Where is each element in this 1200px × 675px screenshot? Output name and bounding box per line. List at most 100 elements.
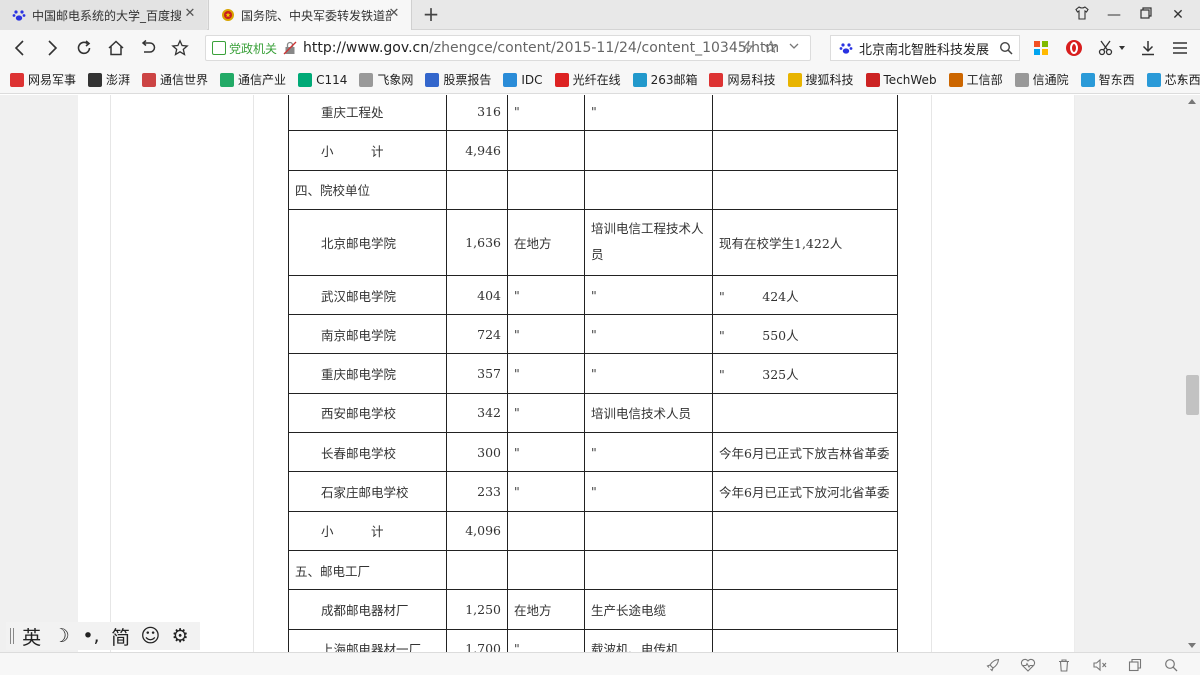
speaker-mute-icon[interactable] <box>1092 657 1108 673</box>
headcount-cell: 4,096 <box>446 510 508 551</box>
tab-baidu-search[interactable]: 中国邮电系统的大学_百度搜索 ✕ <box>0 0 207 30</box>
table-row: 石家庄邮电学校 233 " " 今年6月已正式下放河北省革委 <box>288 471 898 512</box>
close-window-button[interactable]: ✕ <box>1168 5 1188 25</box>
table-row: 上海邮电器材一厂 1,700 " 载波机、电传机 <box>288 628 898 652</box>
search-box[interactable]: 北京南北智胜科技发展 <box>830 35 1020 61</box>
bookmark-item[interactable]: TechWeb <box>865 72 937 87</box>
bookmark-item[interactable]: 通信世界 <box>142 71 208 88</box>
close-icon[interactable]: ✕ <box>387 7 401 21</box>
page-viewport: 重庆工程处 316 " " 小 计 4,946 四、院校单位 北京邮电学院 1,636 在地方 培训… <box>0 95 1185 652</box>
task-cell: 培训电信技术人员 <box>584 392 713 434</box>
zoom-search-icon[interactable] <box>1163 657 1179 673</box>
lightning-icon[interactable] <box>742 40 754 58</box>
bookmark-favicon-icon <box>709 72 724 87</box>
headcount-cell: 1,700 <box>446 628 508 652</box>
bookmark-star-icon[interactable] <box>764 40 778 58</box>
search-icon[interactable] <box>999 41 1013 55</box>
note-cell <box>712 392 898 434</box>
note-cell <box>712 549 898 591</box>
url-text[interactable]: http://www.gov.cn/zhengce/content/2015-1… <box>303 40 779 56</box>
search-input[interactable]: 北京南北智胜科技发展 <box>859 39 999 58</box>
moon-icon[interactable]: ☽ <box>51 625 71 647</box>
unit-name-cell: 石家庄邮电学校 <box>288 471 447 512</box>
insecure-lock-icon[interactable] <box>283 41 297 55</box>
note-cell <box>712 95 898 132</box>
bookmark-item[interactable]: 澎湃 <box>88 71 130 88</box>
gear-icon[interactable]: ⚙ <box>170 625 190 647</box>
chevron-down-icon[interactable] <box>788 40 800 58</box>
bookmark-item[interactable]: 搜狐科技 <box>787 71 854 88</box>
smile-icon[interactable]: ☺ <box>140 625 160 647</box>
vertical-scrollbar[interactable] <box>1185 95 1200 652</box>
bookmark-label: 263邮箱 <box>650 73 698 87</box>
task-cell: " <box>584 274 713 316</box>
chevron-down-icon[interactable] <box>1116 38 1128 58</box>
shirt-skin-icon[interactable] <box>1072 5 1092 25</box>
page-guide-line <box>931 95 932 652</box>
bookmark-item[interactable]: 网易科技 <box>709 71 776 88</box>
favorite-star-button[interactable] <box>168 36 192 60</box>
adblock-icon[interactable] <box>1064 38 1084 58</box>
new-tab-button[interactable]: + <box>420 4 442 26</box>
location-cell: " <box>507 314 585 355</box>
task-cell: 载波机、电传机 <box>584 628 713 652</box>
bookmark-favicon-icon <box>88 72 103 87</box>
restore-button[interactable] <box>1136 5 1156 25</box>
bookmark-item[interactable]: 263邮箱 <box>632 71 698 88</box>
heart-pulse-icon[interactable] <box>1020 657 1036 673</box>
address-bar[interactable]: 党政机关 http://www.gov.cn/zhengce/content/2… <box>205 35 811 61</box>
bookmark-item[interactable]: 芯东西 <box>1146 71 1200 88</box>
headcount-cell: 316 <box>446 95 508 132</box>
rocket-icon[interactable] <box>985 657 1001 673</box>
bookmark-favicon-icon <box>298 72 313 87</box>
ime-lang-toggle[interactable]: 英 <box>22 625 42 649</box>
bookmark-label: IDC <box>521 72 543 87</box>
unit-name-cell: 小 计 <box>288 510 447 551</box>
back-button[interactable] <box>8 36 32 60</box>
unit-name-cell: 长春邮电学校 <box>288 432 447 473</box>
document-page: 重庆工程处 316 " " 小 计 4,946 四、院校单位 北京邮电学院 1,636 在地方 培训… <box>78 95 1075 652</box>
nav-bar: 党政机关 http://www.gov.cn/zhengce/content/2… <box>0 30 1200 66</box>
minimize-button[interactable]: — <box>1104 5 1124 25</box>
task-cell: " <box>584 353 713 394</box>
close-icon[interactable]: ✕ <box>183 7 197 21</box>
bookmark-favicon-icon <box>503 72 518 87</box>
bookmark-item[interactable]: C114 <box>298 72 347 87</box>
download-icon[interactable] <box>1138 38 1158 58</box>
tab-label: 国务院、中央军委转发铁道部 <box>241 8 391 23</box>
table-row: 五、邮电工厂 <box>288 549 898 591</box>
task-cell <box>584 169 713 210</box>
menu-icon[interactable] <box>1170 38 1190 58</box>
bookmark-item[interactable]: 通信产业 <box>220 71 286 88</box>
task-cell <box>584 130 713 171</box>
apps-grid-icon[interactable] <box>1031 38 1051 58</box>
bookmark-item[interactable]: 信通院 <box>1014 71 1069 88</box>
bookmark-item[interactable]: IDC <box>503 72 543 87</box>
simplified-toggle[interactable]: 简 <box>111 625 131 649</box>
forward-button[interactable] <box>40 36 64 60</box>
scroll-down-arrow-icon[interactable] <box>1188 643 1196 648</box>
undo-close-tab-button[interactable] <box>136 36 160 60</box>
tab-label: 中国邮电系统的大学_百度搜索 <box>32 8 182 23</box>
bookmark-item[interactable]: 光纤在线 <box>554 71 621 88</box>
bookmark-item[interactable]: 网易军事 <box>10 71 76 88</box>
scroll-up-arrow-icon[interactable] <box>1188 99 1196 104</box>
bookmark-label: 搜狐科技 <box>805 73 854 87</box>
punctuation-toggle[interactable]: •, <box>81 625 101 647</box>
home-button[interactable] <box>104 36 128 60</box>
gov-verified-badge[interactable]: 党政机关 <box>212 40 277 57</box>
bookmark-item[interactable]: 飞象网 <box>359 71 413 88</box>
window-restore-icon[interactable] <box>1127 657 1143 673</box>
bookmark-item[interactable]: 股票报告 <box>425 71 491 88</box>
scrollbar-thumb[interactable] <box>1186 375 1199 415</box>
bookmark-item[interactable]: 智东西 <box>1080 71 1135 88</box>
headcount-cell <box>446 549 508 591</box>
reload-button[interactable] <box>72 36 96 60</box>
baidu-paw-icon <box>839 41 853 55</box>
ime-drag-handle[interactable] <box>10 628 14 644</box>
tab-gov-document[interactable]: 国务院、中央军委转发铁道部 ✕ <box>208 0 412 30</box>
bookmarks-overflow-icon[interactable]: » <box>1177 72 1186 88</box>
trash-icon[interactable] <box>1056 657 1072 673</box>
scissors-icon[interactable] <box>1096 38 1116 58</box>
bookmark-item[interactable]: 工信部 <box>948 71 1003 88</box>
